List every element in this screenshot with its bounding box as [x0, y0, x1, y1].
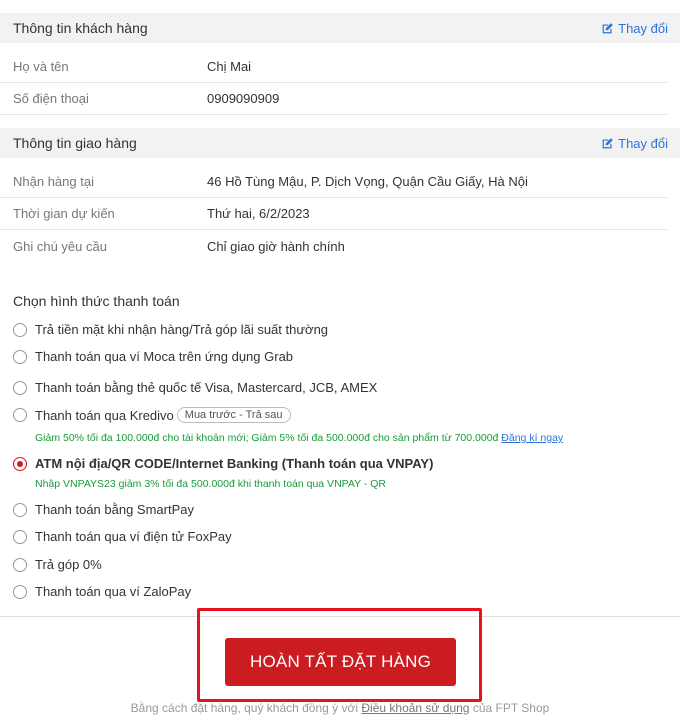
phone-value: 0909090909	[207, 91, 280, 106]
terms-prefix: Bằng cách đặt hàng, quý khách đồng ý với	[130, 701, 359, 715]
shipping-info-header: Thông tin giao hàng Thay đổi	[0, 128, 680, 158]
payment-option-moca[interactable]: Thanh toán qua ví Moca trên ứng dụng Gra…	[13, 349, 293, 364]
payment-option-vnpay[interactable]: ATM nội địa/QR CODE/Internet Banking (Th…	[13, 456, 433, 471]
terms-link[interactable]: Điều khoản sử dụng	[361, 701, 469, 715]
payment-option-label: Thanh toán qua ví điện tử FoxPay	[35, 529, 232, 544]
radio-button[interactable]	[13, 529, 27, 544]
shipping-change-link[interactable]: Thay đổi	[601, 136, 668, 151]
customer-phone-row: Số điện thoại 0909090909	[0, 83, 668, 115]
payment-option-label: ATM nội địa/QR CODE/Internet Banking (Th…	[35, 456, 434, 471]
customer-info-title: Thông tin khách hàng	[13, 20, 148, 36]
shipping-change-label: Thay đổi	[618, 135, 668, 151]
payment-option-installment[interactable]: Trả góp 0%	[13, 557, 102, 572]
kredivo-promo-text: Giảm 50% tối đa 100.000đ cho tài khoản m…	[35, 432, 499, 444]
complete-order-button[interactable]: HOÀN TẤT ĐẶT HÀNG	[225, 638, 456, 686]
payment-option-intl-card[interactable]: Thanh toán bằng thẻ quốc tế Visa, Master…	[13, 380, 377, 395]
payment-option-foxpay[interactable]: Thanh toán qua ví điện tử FoxPay	[13, 529, 232, 544]
terms-note: Bằng cách đặt hàng, quý khách đồng ý với…	[0, 701, 680, 715]
payment-option-label: Thanh toán bằng SmartPay	[35, 502, 194, 517]
radio-button[interactable]	[13, 322, 27, 337]
customer-name-row: Họ và tên Chị Mai	[0, 51, 668, 83]
payment-option-kredivo[interactable]: Thanh toán qua Kredivo Mua trước - Trả s…	[13, 407, 291, 423]
radio-button[interactable]	[13, 557, 27, 572]
customer-change-link[interactable]: Thay đổi	[601, 21, 668, 36]
edit-icon	[602, 22, 613, 33]
name-label: Họ và tên	[13, 59, 69, 74]
shipping-info-title: Thông tin giao hàng	[13, 135, 137, 151]
payment-option-label: Thanh toán qua ví ZaloPay	[35, 584, 192, 599]
bnpl-badge: Mua trước - Trả sau	[176, 407, 291, 423]
register-now-link[interactable]: Đăng kí ngay	[501, 432, 563, 444]
payment-option-label: Trả tiền mặt khi nhận hàng/Trả góp lãi s…	[35, 322, 329, 337]
terms-suffix: của FPT Shop	[472, 701, 550, 715]
radio-button-selected[interactable]	[13, 456, 27, 471]
edit-icon	[602, 137, 613, 148]
delivery-time-row: Thời gian dự kiến Thứ hai, 6/2/2023	[0, 198, 668, 230]
payment-option-cod[interactable]: Trả tiền mặt khi nhận hàng/Trả góp lãi s…	[13, 322, 328, 337]
radio-button[interactable]	[13, 349, 27, 364]
vnpay-promo: Nhập VNPAYS23 giảm 3% tối đa 500.000đ kh…	[35, 478, 386, 490]
note-label: Ghi chú yêu cầu	[13, 238, 107, 254]
radio-button[interactable]	[13, 380, 27, 395]
radio-button[interactable]	[13, 408, 27, 422]
payment-option-zalopay[interactable]: Thanh toán qua ví ZaloPay	[13, 584, 191, 599]
name-value: Chị Mai	[207, 59, 252, 74]
radio-button[interactable]	[13, 584, 27, 599]
payment-option-label: Thanh toán bằng thẻ quốc tế Visa, Master…	[35, 380, 378, 395]
customer-info-header: Thông tin khách hàng Thay đổi	[0, 13, 680, 43]
address-label: Nhận hàng tại	[13, 174, 94, 189]
payment-option-label: Thanh toán qua Kredivo	[35, 407, 174, 423]
time-value: Thứ hai, 6/2/2023	[207, 206, 310, 221]
address-value: 46 Hồ Tùng Mậu, P. Dịch Vọng, Quận Cầu G…	[207, 174, 528, 189]
phone-label: Số điện thoại	[13, 91, 89, 106]
delivery-address-row: Nhận hàng tại 46 Hồ Tùng Mậu, P. Dịch Vọ…	[0, 166, 668, 198]
note-row: Ghi chú yêu cầu Chỉ giao giờ hành chính	[0, 230, 668, 262]
payment-option-label: Thanh toán qua ví Moca trên ứng dụng Gra…	[35, 349, 294, 364]
customer-change-label: Thay đổi	[618, 20, 668, 36]
note-value: Chỉ giao giờ hành chính	[207, 238, 345, 254]
radio-button[interactable]	[13, 502, 27, 517]
kredivo-promo: Giảm 50% tối đa 100.000đ cho tài khoản m…	[35, 432, 563, 444]
payment-option-label: Trả góp 0%	[35, 557, 102, 572]
time-label: Thời gian dự kiến	[13, 206, 115, 221]
payment-method-title: Chọn hình thức thanh toán	[13, 293, 180, 309]
payment-option-smartpay[interactable]: Thanh toán bằng SmartPay	[13, 502, 194, 517]
